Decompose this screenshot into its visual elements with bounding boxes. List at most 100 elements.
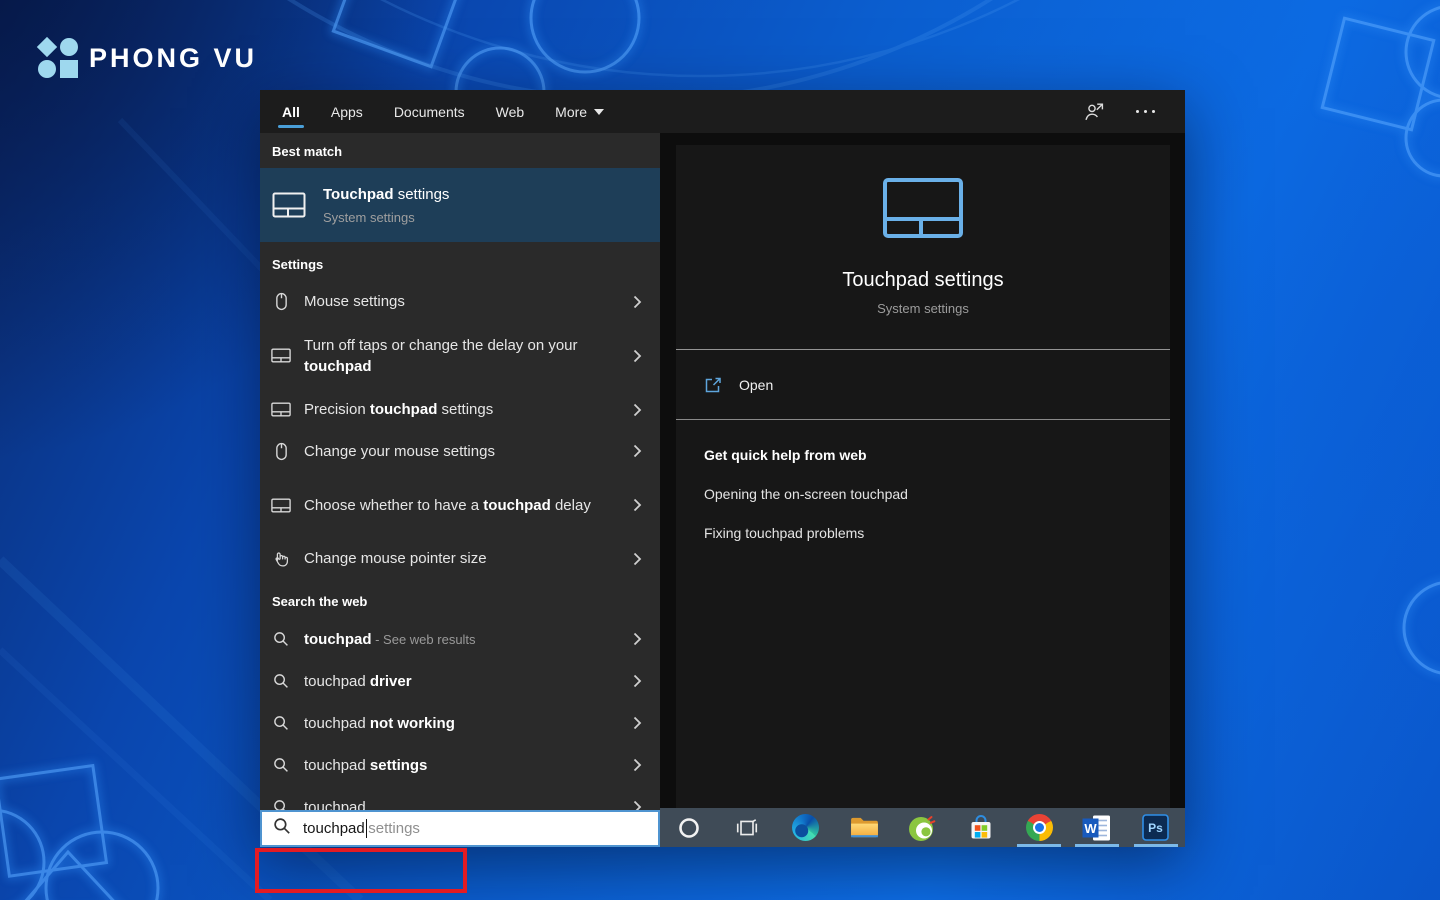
touchpad-icon (268, 348, 294, 363)
phongvu-logo: PHONG VU (38, 38, 257, 78)
chevron-right-icon[interactable] (633, 800, 642, 810)
tab-all[interactable]: All (282, 90, 300, 133)
chevron-right-icon[interactable] (633, 552, 642, 566)
open-icon (704, 376, 722, 394)
tab-apps[interactable]: Apps (331, 90, 363, 133)
help-link-fixing-problems[interactable]: Fixing touchpad problems (676, 525, 1170, 541)
section-header-search-web: Search the web (260, 579, 660, 618)
search-icon (273, 817, 291, 840)
result-label: Choose whether to have a touchpad delay (304, 495, 592, 516)
cortana-icon (677, 816, 701, 840)
chevron-right-icon[interactable] (633, 403, 642, 417)
taskbar-chrome-button[interactable] (1010, 808, 1068, 847)
chevron-right-icon[interactable] (633, 716, 642, 730)
chevron-right-icon[interactable] (633, 444, 642, 458)
section-header-settings: Settings (260, 242, 660, 281)
taskbar-task-view-button[interactable] (718, 808, 776, 847)
result-label: touchpad - See web results (304, 629, 592, 650)
svg-text:Ps: Ps (1148, 821, 1163, 835)
result-turn-off-taps[interactable]: Turn off taps or change the delay on you… (260, 322, 660, 389)
web-result-touchpad-not-working[interactable]: touchpad not working (260, 702, 660, 744)
help-link-onscreen-touchpad[interactable]: Opening the on-screen touchpad (676, 486, 1170, 502)
preview-panel: Touchpad settings System settings Open (660, 133, 1185, 808)
desktop-background: PHONG VU All Apps Documents Web More (0, 0, 1440, 900)
result-label: touchpad not working (304, 713, 592, 734)
mouse-icon (268, 292, 294, 311)
best-match-result[interactable]: Touchpad settings System settings (260, 168, 660, 242)
brand-name: PHONG VU (89, 43, 257, 74)
help-section-header: Get quick help from web (676, 447, 1170, 463)
chrome-icon (1026, 814, 1053, 841)
result-mouse-settings[interactable]: Mouse settings (260, 281, 660, 322)
taskbar-edge-button[interactable] (777, 808, 835, 847)
taskbar-coccoc-button[interactable] (893, 808, 951, 847)
logo-square-shape (60, 60, 78, 78)
chevron-right-icon[interactable] (633, 632, 642, 646)
result-touchpad-delay[interactable]: Choose whether to have a touchpad delay (260, 472, 660, 538)
logo-diamond-shape (37, 37, 57, 57)
chevron-right-icon[interactable] (633, 674, 642, 688)
touchpad-icon (268, 498, 294, 513)
sign-in-options-icon[interactable] (1084, 102, 1106, 122)
preview-card: Touchpad settings System settings (676, 145, 1170, 316)
task-view-icon (735, 816, 759, 840)
result-label: Mouse settings (304, 291, 592, 312)
chevron-right-icon[interactable] (633, 498, 642, 512)
section-header-best-match: Best match (260, 133, 660, 168)
taskbar-photoshop-button[interactable]: Ps (1127, 808, 1185, 847)
chevron-right-icon[interactable] (633, 349, 642, 363)
result-label: Precision touchpad settings (304, 399, 592, 420)
preview-title: Touchpad settings (676, 269, 1170, 292)
coccoc-browser-icon (908, 814, 936, 842)
chevron-right-icon[interactable] (633, 295, 642, 309)
preview-subtitle: System settings (676, 301, 1170, 316)
web-result-partial[interactable]: touchpad (260, 786, 660, 810)
text-cursor (366, 819, 368, 838)
search-icon (268, 631, 294, 647)
chevron-right-icon[interactable] (633, 758, 642, 772)
result-label: Turn off taps or change the delay on you… (304, 335, 592, 377)
windows-search-window: All Apps Documents Web More (260, 90, 1185, 847)
tab-more-label: More (555, 104, 587, 120)
chevron-down-icon (594, 109, 604, 115)
more-options-icon[interactable] (1136, 110, 1155, 113)
phongvu-logo-mark (38, 38, 78, 78)
result-label: Change your mouse settings (304, 441, 592, 462)
microsoft-store-icon (968, 815, 994, 841)
touchpad-icon (272, 192, 306, 218)
edge-icon (792, 814, 819, 841)
search-icon (268, 673, 294, 689)
file-explorer-icon (850, 816, 879, 839)
taskbar-store-button[interactable] (952, 808, 1010, 847)
hand-pointer-icon (268, 550, 294, 568)
search-icon (268, 799, 294, 810)
result-label: Change mouse pointer size (304, 548, 592, 569)
photoshop-icon: Ps (1142, 814, 1169, 841)
tab-web[interactable]: Web (496, 90, 525, 133)
result-pointer-size[interactable]: Change mouse pointer size (260, 538, 660, 579)
taskbar-file-explorer-button[interactable] (835, 808, 893, 847)
touchpad-icon (268, 402, 294, 417)
search-input-value: touchpad (303, 820, 365, 837)
result-label: touchpad settings (304, 755, 592, 776)
open-action[interactable]: Open (676, 350, 1170, 419)
svg-text:W: W (1085, 821, 1098, 836)
results-list: Best match Touchpad settings System sett… (260, 133, 660, 810)
tab-more[interactable]: More (555, 90, 604, 133)
search-icon (268, 715, 294, 731)
result-precision-touchpad[interactable]: Precision touchpad settings (260, 389, 660, 430)
search-results-panel: Best match Touchpad settings System sett… (260, 133, 660, 847)
web-result-touchpad-driver[interactable]: touchpad driver (260, 660, 660, 702)
result-change-mouse-settings[interactable]: Change your mouse settings (260, 430, 660, 472)
divider (676, 419, 1170, 420)
web-result-touchpad[interactable]: touchpad - See web results (260, 618, 660, 660)
taskbar-cortana-button[interactable] (660, 808, 718, 847)
web-result-touchpad-settings[interactable]: touchpad settings (260, 744, 660, 786)
logo-circle-shape (38, 60, 56, 78)
search-input[interactable]: touchpad settings (260, 810, 660, 847)
taskbar-word-button[interactable]: W (1068, 808, 1126, 847)
word-icon: W (1082, 814, 1112, 842)
tab-documents[interactable]: Documents (394, 90, 465, 133)
logo-circle-shape (60, 38, 78, 56)
taskbar: W Ps (660, 808, 1185, 847)
